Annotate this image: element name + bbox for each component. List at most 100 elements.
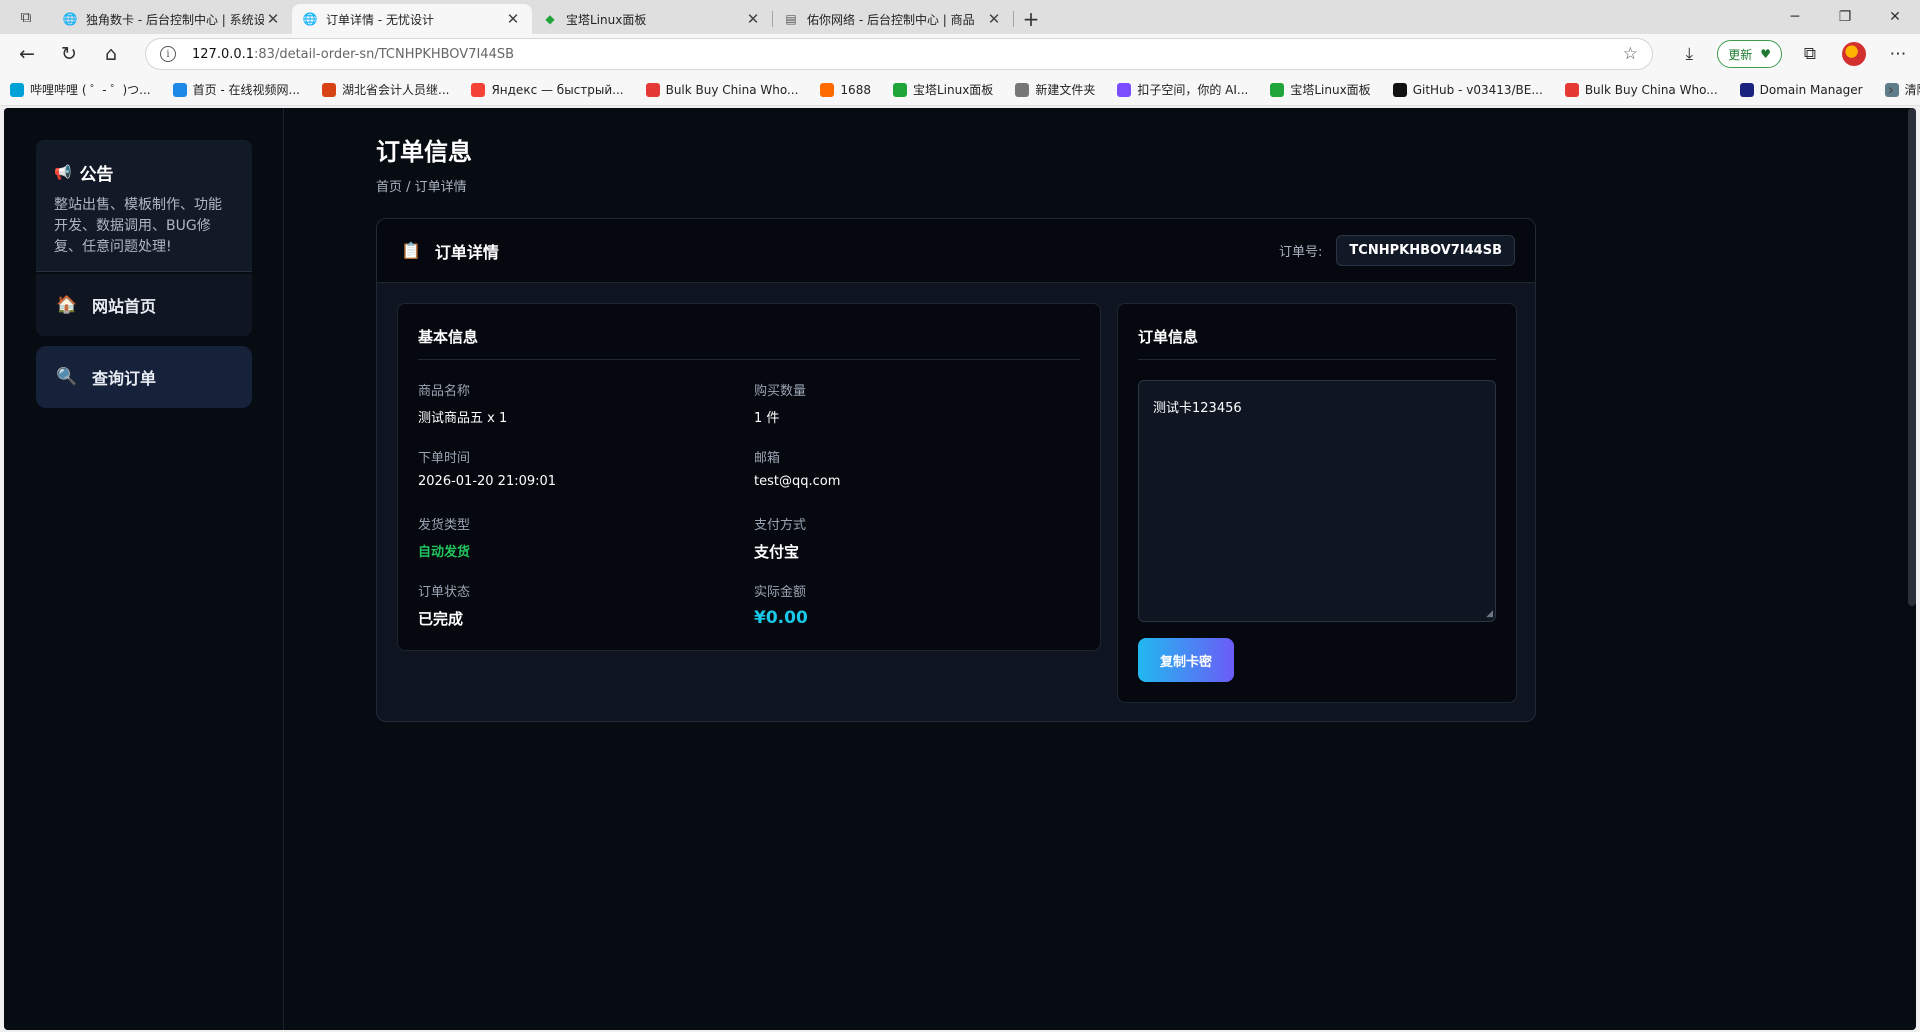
back-icon[interactable]: ← xyxy=(6,36,48,72)
browser-tab[interactable]: ◆ 宝塔Linux面板 ✕ xyxy=(532,4,772,34)
field-label: 支付方式 xyxy=(754,518,807,533)
bookmark-label: 新建文件夹 xyxy=(1035,83,1096,97)
breadcrumb: 首页 / 订单详情 xyxy=(376,176,467,195)
shield-icon: ◆ xyxy=(545,12,555,26)
breadcrumb-separator: / xyxy=(402,180,415,195)
card-content-textarea[interactable]: 测试卡123456 ◢ xyxy=(1138,380,1496,622)
browser-tab-active[interactable]: 🌐 订单详情 - 无忧设计 ✕ xyxy=(292,4,532,34)
bookmark-label: Яндекс — быстрый... xyxy=(491,82,624,97)
magnifier-icon: 🔍 xyxy=(56,367,78,387)
tab-actions-icon[interactable]: ⧉ xyxy=(0,0,52,34)
order-sn-label: 订单号: xyxy=(1279,245,1323,260)
bookmark-favicon-icon xyxy=(172,82,187,97)
order-detail-card: 📋 订单详情 订单号: TCNHPKHBOV7I44SB 基本信息 商品名称 测… xyxy=(376,218,1536,722)
globe-icon: 🌐 xyxy=(302,12,318,26)
more-menu-icon[interactable]: ⋯ xyxy=(1876,34,1920,74)
field-actual-amount: 实际金额 ¥0.00 xyxy=(754,581,1082,628)
toolbar-right: ⤓ 更新 ♥ ⧉ ⋯ xyxy=(1667,34,1920,74)
sidebar-item-query-order[interactable]: 🔍 查询订单 xyxy=(36,346,252,408)
update-label: 更新 xyxy=(1728,47,1753,62)
bookmark-label: Bulk Buy China Who... xyxy=(1584,82,1718,97)
page-scrollbar[interactable] xyxy=(1908,108,1916,606)
bookmark-label: 1688 xyxy=(840,82,871,97)
breadcrumb-home-link[interactable]: 首页 xyxy=(376,180,402,195)
tab-title: 独角数卡 - 后台控制中心 | 系统设 xyxy=(86,12,264,27)
extensions-icon[interactable]: ⧉ xyxy=(1788,34,1832,74)
field-value: 2026-01-20 21:09:01 xyxy=(418,474,557,489)
tab-title: 宝塔Linux面板 xyxy=(566,12,647,27)
basic-info-title: 基本信息 xyxy=(418,304,1080,360)
reload-icon[interactable]: ↻ xyxy=(48,36,90,72)
field-label: 下单时间 xyxy=(418,451,471,466)
close-icon[interactable]: ✕ xyxy=(744,10,762,28)
status-badge: 已完成 xyxy=(418,610,464,628)
bookmarks-overflow-icon[interactable]: › xyxy=(1888,80,1894,99)
favorite-star-icon[interactable]: ☆ xyxy=(1623,44,1638,64)
page-icon: ▤ xyxy=(785,12,797,26)
bookmark-favicon-icon xyxy=(1564,82,1579,97)
basic-info-panel: 基本信息 商品名称 测试商品五 x 1 购买数量 1 件 下单时间 2026-0… xyxy=(397,303,1101,651)
update-button[interactable]: 更新 ♥ xyxy=(1717,40,1782,68)
bookmark-item[interactable]: 新建文件夹 xyxy=(1015,81,1095,98)
bookmark-favicon-icon xyxy=(10,82,24,97)
bookmarks-bar: 哔哩哔哩 ( ゜- ゜)つ... 首页 - 在线视频网... 湖北省会计人员继...… xyxy=(0,74,1920,106)
browser-tab[interactable]: 🌐 独角数卡 - 后台控制中心 | 系统设 ✕ xyxy=(52,4,292,34)
bookmark-label: GitHub - v03413/BE... xyxy=(1412,82,1543,97)
field-value: 1 件 xyxy=(754,411,780,426)
basic-info-grid: 商品名称 测试商品五 x 1 购买数量 1 件 下单时间 2026-01-20 … xyxy=(418,380,1082,628)
avatar xyxy=(1842,42,1866,66)
page-title: 订单信息 xyxy=(376,138,472,166)
sidebar-item-home[interactable]: 🏠 网站首页 xyxy=(36,274,252,336)
field-value: 支付宝 xyxy=(754,543,800,561)
bookmark-label: 首页 - 在线视频网... xyxy=(192,83,300,97)
bookmark-item[interactable]: Bulk Buy China Who... xyxy=(1564,82,1718,97)
sidebar-item-label: 网站首页 xyxy=(92,297,157,316)
restore-icon[interactable]: ❐ xyxy=(1820,0,1870,34)
site-info-icon[interactable]: i xyxy=(160,46,176,62)
bookmark-item[interactable]: GitHub - v03413/BE... xyxy=(1392,82,1543,97)
bookmark-label: 宝塔Linux面板 xyxy=(1290,83,1371,97)
browser-tab[interactable]: ▤ 佑你网络 - 后台控制中心 | 商品 ✕ xyxy=(773,4,1013,34)
bookmark-favicon-icon xyxy=(1739,82,1754,97)
bookmark-favicon-icon xyxy=(645,82,660,97)
bookmark-item[interactable]: Яндекс — быстрый... xyxy=(471,82,624,97)
field-label: 商品名称 xyxy=(418,384,471,399)
bookmark-item[interactable]: Bulk Buy China Who... xyxy=(645,82,798,97)
copy-card-button[interactable]: 复制卡密 xyxy=(1138,638,1234,682)
megaphone-icon: 📢 xyxy=(54,164,72,181)
close-window-icon[interactable]: ✕ xyxy=(1870,0,1920,34)
field-label: 邮箱 xyxy=(754,451,781,466)
bookmark-favicon-icon xyxy=(1117,82,1132,97)
field-value: ¥0.00 xyxy=(754,608,808,628)
new-tab-button[interactable]: + xyxy=(1014,4,1048,34)
close-icon[interactable]: ✕ xyxy=(985,10,1003,28)
notice-title: 公告 xyxy=(79,165,114,185)
bookmark-item[interactable]: 扣子空间，你的 AI... xyxy=(1117,81,1248,98)
bookmark-item[interactable]: 首页 - 在线视频网... xyxy=(172,81,300,98)
copilot-icon: ♥ xyxy=(1760,47,1771,61)
browser-tabstrip: ⧉ 🌐 独角数卡 - 后台控制中心 | 系统设 ✕ 🌐 订单详情 - 无忧设计 … xyxy=(0,0,1920,34)
bookmark-item[interactable]: 宝塔Linux面板 xyxy=(1270,81,1371,98)
field-order-time: 下单时间 2026-01-20 21:09:01 xyxy=(418,447,754,494)
order-card-header: 📋 订单详情 订单号: TCNHPKHBOV7I44SB xyxy=(377,219,1535,283)
bookmark-item[interactable]: 宝塔Linux面板 xyxy=(892,81,993,98)
bookmark-item[interactable]: 哔哩哔哩 ( ゜- ゜)つ... xyxy=(10,81,151,98)
home-icon[interactable]: ⌂ xyxy=(90,36,132,72)
address-bar[interactable]: i 127.0.0.1:83/detail-order-sn/TCNHPKHBO… xyxy=(145,38,1653,70)
resize-handle-icon[interactable]: ◢ xyxy=(1486,609,1493,619)
field-email: 邮箱 test@qq.com xyxy=(754,447,1082,494)
web-page: 📢 公告 整站出售、模板制作、功能开发、数据调用、BUG修复、任意问题处理! 🏠… xyxy=(4,108,1916,1030)
bookmark-item[interactable]: 湖北省会计人员继... xyxy=(322,81,449,98)
profile-avatar[interactable] xyxy=(1832,34,1876,74)
field-label: 购买数量 xyxy=(754,384,807,399)
house-icon: 🏠 xyxy=(56,295,78,315)
sidebar-item-label: 查询订单 xyxy=(92,369,157,388)
minimize-icon[interactable]: ─ xyxy=(1770,0,1820,34)
bookmark-item[interactable]: Domain Manager xyxy=(1739,82,1863,97)
notice-card: 📢 公告 整站出售、模板制作、功能开发、数据调用、BUG修复、任意问题处理! xyxy=(36,140,252,272)
download-icon[interactable]: ⤓ xyxy=(1667,34,1711,74)
field-label: 实际金额 xyxy=(754,585,807,600)
close-icon[interactable]: ✕ xyxy=(504,10,522,28)
bookmark-item[interactable]: 1688 xyxy=(820,82,871,97)
close-icon[interactable]: ✕ xyxy=(264,10,282,28)
